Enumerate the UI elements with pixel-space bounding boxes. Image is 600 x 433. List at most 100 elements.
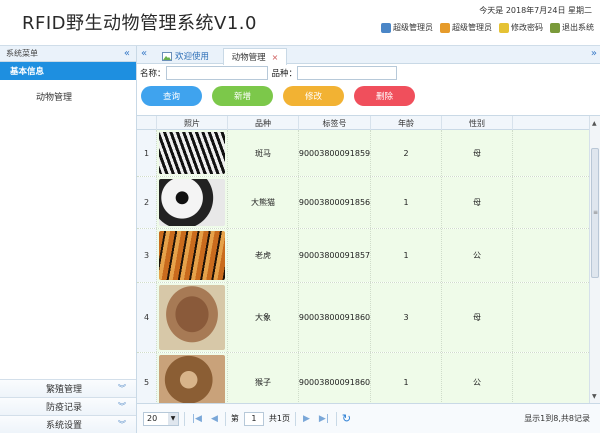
last-page-icon[interactable]: ▶| xyxy=(317,414,331,424)
sidebar-section-settings[interactable]: 系统设置 ︾ xyxy=(0,415,136,433)
main-content: « 欢迎使用 动物管理 × » 名称： 品种： 查询 新增 修改 删除 照片 品… xyxy=(137,46,600,433)
tab-scroll-left-icon[interactable]: « xyxy=(141,48,147,59)
breed-cell: 大象 xyxy=(228,283,299,352)
photo-cell xyxy=(157,229,228,282)
row-number: 1 xyxy=(137,130,157,176)
change-password-link[interactable]: 修改密码 xyxy=(499,22,543,33)
sidebar-section-breeding[interactable]: 繁殖管理 ︾ xyxy=(0,379,136,397)
breed-label: 品种： xyxy=(271,69,298,79)
user-group-icon xyxy=(440,22,450,33)
col-header-index xyxy=(137,116,157,130)
image-icon xyxy=(162,51,172,61)
header-links: 超级管理员 超级管理员 修改密码 退出系统 xyxy=(381,22,594,33)
separator xyxy=(184,411,185,426)
breed-cell: 大熊猫 xyxy=(228,177,299,228)
scroll-down-icon[interactable]: ▼ xyxy=(592,393,597,400)
tag-cell: 90003800091860 xyxy=(299,353,371,404)
col-header-age: 年龄 xyxy=(371,116,442,130)
photo-cell xyxy=(157,353,228,404)
table-row[interactable]: 3 老虎 90003800091857 1 公 xyxy=(137,229,589,283)
name-input[interactable] xyxy=(165,66,268,80)
exit-icon xyxy=(550,22,560,33)
edit-button[interactable]: 修改 xyxy=(283,86,344,106)
tab-scroll-right-icon[interactable]: » xyxy=(591,48,597,59)
app-header: RFID野生动物管理系统V1.0 今天是 2018年7月24日 星期二 超级管理… xyxy=(0,0,600,46)
logout-link[interactable]: 退出系统 xyxy=(550,22,594,33)
tag-cell: 90003800091856 xyxy=(299,177,371,228)
age-cell: 1 xyxy=(371,177,442,228)
admin-link-1[interactable]: 超级管理员 xyxy=(381,22,433,33)
page-total: 共1页 xyxy=(268,414,290,423)
sidebar: 系统菜单 « 基本信息 动物管理 繁殖管理 ︾ 防疫记录 ︾ 系统设置 ︾ xyxy=(0,46,137,433)
first-page-icon[interactable]: |◀ xyxy=(190,414,204,424)
page-number-input[interactable]: 1 xyxy=(243,411,264,426)
separator xyxy=(294,411,296,426)
sidebar-section-vaccination[interactable]: 防疫记录 ︾ xyxy=(0,397,136,415)
separator xyxy=(224,411,226,426)
tab-welcome[interactable]: 欢迎使用 xyxy=(156,48,215,64)
tab-bar: « 欢迎使用 动物管理 × » xyxy=(137,46,600,65)
photo-cell xyxy=(157,177,228,228)
sidebar-category-basic-info[interactable]: 基本信息 xyxy=(0,62,136,80)
grip-icon: ≡ xyxy=(593,209,599,216)
table-row[interactable]: 2 大熊猫 90003800091856 1 母 xyxy=(137,177,589,229)
col-header-sex: 性别 xyxy=(442,116,513,130)
breed-cell: 斑马 xyxy=(228,130,299,176)
tab-animal-management[interactable]: 动物管理 × xyxy=(223,48,287,65)
table-row[interactable]: 4 大象 90003800091860 3 母 xyxy=(137,283,589,353)
date-text: 今天是 2018年7月24日 星期二 xyxy=(479,6,592,15)
sex-cell: 母 xyxy=(442,130,513,176)
collapse-icon[interactable]: « xyxy=(124,48,130,59)
page-size-value: 20 xyxy=(147,414,158,423)
search-row: 名称： 品种： xyxy=(137,64,600,82)
row-number: 2 xyxy=(137,177,157,228)
name-label: 名称： xyxy=(140,69,166,79)
elephant-photo xyxy=(159,285,225,350)
tab-welcome-label: 欢迎使用 xyxy=(175,52,210,62)
sidebar-section-label: 系统设置 xyxy=(46,421,83,431)
add-button[interactable]: 新增 xyxy=(212,86,273,106)
scroll-thumb[interactable]: ≡ xyxy=(591,148,599,278)
row-number: 3 xyxy=(137,229,157,282)
spacer-cell xyxy=(513,130,589,176)
admin-link-2[interactable]: 超级管理员 xyxy=(440,22,492,33)
action-buttons: 查询 新增 修改 删除 xyxy=(137,82,600,110)
admin-link-2-label: 超级管理员 xyxy=(452,23,492,32)
pagination-bar: 20 ▼ |◀ ◀ 第 1 共1页 ▶ ▶| ↻ 显示1到8,共8记录 xyxy=(137,403,600,433)
app-title: RFID野生动物管理系统V1.0 xyxy=(22,13,257,34)
refresh-icon[interactable]: ↻ xyxy=(342,412,351,425)
vertical-scrollbar[interactable]: ▲ ≡ ▼ xyxy=(589,116,600,404)
age-cell: 1 xyxy=(371,353,442,404)
sidebar-item-animal-management[interactable]: 动物管理 xyxy=(0,90,136,103)
close-icon[interactable]: × xyxy=(272,53,279,62)
spacer-cell xyxy=(513,353,589,404)
separator xyxy=(335,411,337,426)
monkey-photo xyxy=(159,355,225,404)
sidebar-sections: 繁殖管理 ︾ 防疫记录 ︾ 系统设置 ︾ xyxy=(0,379,136,433)
zebra-photo xyxy=(159,132,225,174)
next-page-icon[interactable]: ▶ xyxy=(301,414,312,424)
chevron-down-icon: ︾ xyxy=(118,420,126,429)
sidebar-header: 系统菜单 « xyxy=(0,46,136,62)
breed-input[interactable] xyxy=(297,66,398,80)
table-row[interactable]: 1 斑马 90003800091859 2 母 xyxy=(137,130,589,177)
sex-cell: 母 xyxy=(442,283,513,352)
tiger-photo xyxy=(159,231,225,280)
sex-cell: 公 xyxy=(442,229,513,282)
table-row[interactable]: 5 猴子 90003800091860 1 公 xyxy=(137,353,589,404)
key-icon xyxy=(499,22,509,33)
scroll-up-icon[interactable]: ▲ xyxy=(592,120,597,127)
delete-button[interactable]: 删除 xyxy=(354,86,415,106)
sidebar-section-label: 防疫记录 xyxy=(46,403,83,413)
page-size-select[interactable]: 20 ▼ xyxy=(143,411,179,426)
prev-page-icon[interactable]: ◀ xyxy=(209,414,220,424)
page-prefix: 第 xyxy=(230,414,239,423)
photo-cell xyxy=(157,130,228,176)
sex-cell: 母 xyxy=(442,177,513,228)
chevron-down-icon: ︾ xyxy=(118,384,126,393)
query-button[interactable]: 查询 xyxy=(141,86,202,106)
spacer-cell xyxy=(513,229,589,282)
tag-cell: 90003800091859 xyxy=(299,130,371,176)
spacer-cell xyxy=(513,283,589,352)
age-cell: 3 xyxy=(371,283,442,352)
